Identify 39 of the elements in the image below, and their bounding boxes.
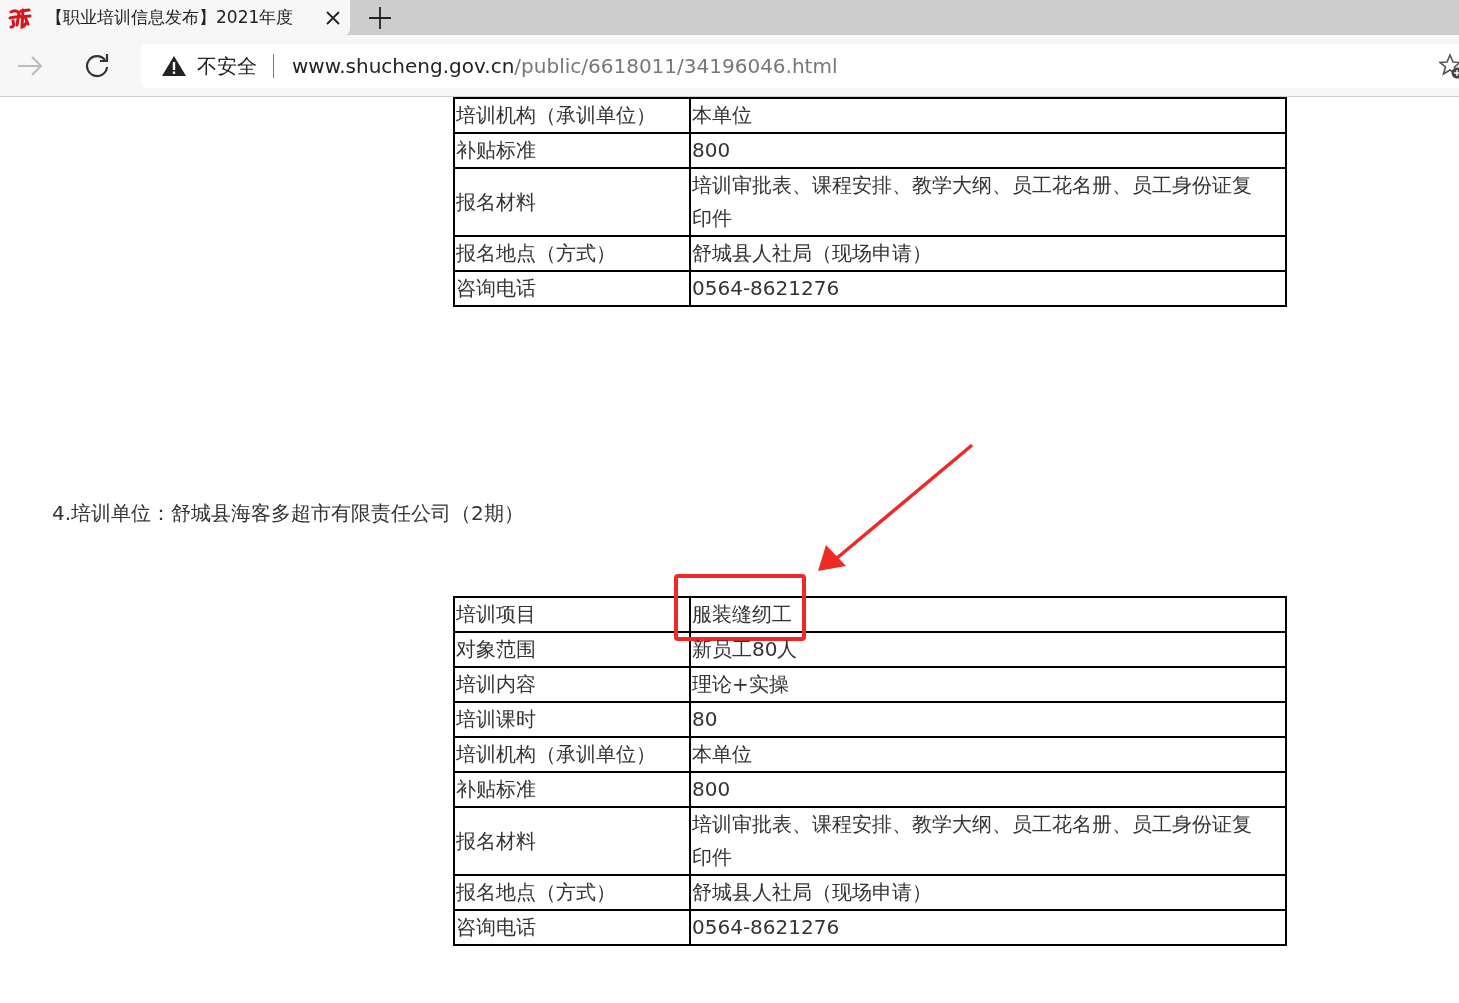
table-cell: 新员工80人: [690, 632, 1286, 667]
table-cell: 培训审批表、课程安排、教学大纲、员工花名册、员工身份证复印件: [690, 807, 1286, 875]
table-cell: 补贴标准: [454, 772, 690, 807]
tab-title: 【职业培训信息发布】2021年度: [46, 6, 295, 29]
table-cell: 800: [690, 772, 1286, 807]
url-text: www.shucheng.gov.cn/public/6618011/34196046.html: [292, 54, 839, 78]
table-cell: 本单位: [690, 98, 1286, 133]
table-cell: 补贴标准: [454, 133, 690, 168]
table-cell: 0564-8621276: [690, 271, 1286, 306]
table-cell: 报名地点（方式）: [454, 236, 690, 271]
table-cell: 培训审批表、课程安排、教学大纲、员工花名册、员工身份证复印件: [690, 168, 1286, 236]
table-cell: 本单位: [690, 737, 1286, 772]
reload-icon[interactable]: [83, 52, 111, 80]
table-cell: 舒城县人社局（现场申请）: [690, 236, 1286, 271]
table-cell: 0564-8621276: [690, 910, 1286, 945]
table-cell: 培训内容: [454, 667, 690, 702]
table-cell: 报名地点（方式）: [454, 875, 690, 910]
table-cell: 报名材料: [454, 807, 690, 875]
new-tab-icon[interactable]: [368, 5, 392, 30]
table-cell: 舒城县人社局（现场申请）: [690, 875, 1286, 910]
close-tab-icon[interactable]: [326, 10, 340, 25]
table-cell: 培训机构（承训单位）: [454, 98, 690, 133]
add-favorite-icon[interactable]: [1439, 53, 1459, 79]
table-cell: 报名材料: [454, 168, 690, 236]
security-label: 不安全: [197, 52, 257, 80]
table-cell: 理论+实操: [690, 667, 1286, 702]
table-cell: 咨询电话: [454, 271, 690, 306]
table-cell: 培训机构（承训单位）: [454, 737, 690, 772]
table-cell: 培训项目: [454, 597, 690, 632]
table-cell: 80: [690, 702, 1286, 737]
table-cell: 800: [690, 133, 1286, 168]
table-cell: 培训课时: [454, 702, 690, 737]
table-cell: 咨询电话: [454, 910, 690, 945]
section-heading: 4.培训单位：舒城县海客多超市有限责任公司（2期）: [52, 500, 525, 527]
table-cell: 对象范围: [454, 632, 690, 667]
warning-icon: [161, 55, 187, 77]
site-favicon-icon: [8, 6, 32, 29]
browser-tab[interactable]: 【职业培训信息发布】2021年度: [0, 0, 350, 35]
address-bar[interactable]: 不安全 www.shucheng.gov.cn/public/6618011/34196046.html: [141, 44, 1459, 88]
